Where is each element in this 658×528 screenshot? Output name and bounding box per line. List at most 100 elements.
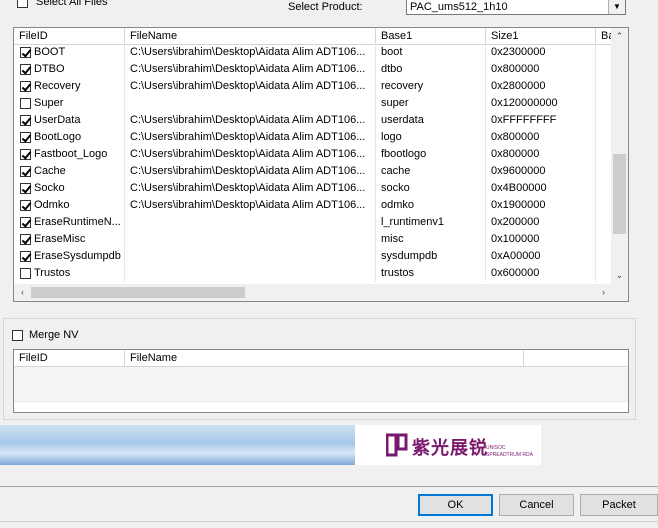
cell-fileid[interactable]: UserData	[14, 112, 125, 129]
row-checkbox[interactable]	[20, 98, 31, 109]
table-row[interactable]: Fastboot_Logo C:\Users\ibrahim\Desktop\Ai…	[14, 146, 612, 163]
table-row[interactable]: EraseRuntimeN... l_runtimenv1 0x200000	[14, 214, 612, 231]
cell-size1[interactable]: 0x9600000	[486, 163, 596, 180]
row-checkbox[interactable]	[20, 234, 31, 245]
cell-fileid[interactable]: EraseMisc	[14, 231, 125, 248]
cell-base1[interactable]: logo	[376, 129, 486, 146]
cell-size1[interactable]: 0x100000	[486, 231, 596, 248]
nv-column-header-fileid[interactable]: FileID	[14, 350, 125, 366]
row-checkbox[interactable]	[20, 115, 31, 126]
table-row[interactable]: Recovery C:\Users\ibrahim\Desktop\Aidata …	[14, 78, 612, 95]
row-checkbox[interactable]	[20, 166, 31, 177]
table-row[interactable]: DTBO C:\Users\ibrahim\Desktop\Aidata Alim…	[14, 61, 612, 78]
cell-base1[interactable]: dtbo	[376, 61, 486, 78]
cell-size1[interactable]: 0x200000	[486, 214, 596, 231]
row-checkbox[interactable]	[20, 47, 31, 58]
cell-base1[interactable]: socko	[376, 180, 486, 197]
table-row[interactable]: EraseMisc misc 0x100000	[14, 231, 612, 248]
ok-button[interactable]: OK	[418, 494, 493, 516]
cell-filename[interactable]: C:\Users\ibrahim\Desktop\Aidata Alim ADT…	[125, 163, 376, 180]
cell-filename[interactable]: C:\Users\ibrahim\Desktop\Aidata Alim ADT…	[125, 197, 376, 214]
cell-fileid[interactable]: Trustos	[14, 265, 125, 282]
scroll-right-icon[interactable]: ›	[595, 284, 612, 301]
cell-filename[interactable]: C:\Users\ibrahim\Desktop\Aidata Alim ADT…	[125, 44, 376, 61]
nv-column-header-empty[interactable]	[524, 350, 628, 366]
cell-filename[interactable]: C:\Users\ibrahim\Desktop\Aidata Alim ADT…	[125, 180, 376, 197]
nv-files-list[interactable]: FileID FileName	[13, 349, 629, 413]
cell-base1[interactable]: odmko	[376, 197, 486, 214]
cell-filename[interactable]	[125, 248, 376, 265]
cell-size1[interactable]: 0x4B00000	[486, 180, 596, 197]
row-checkbox[interactable]	[20, 64, 31, 75]
column-header-size1[interactable]: Size1	[486, 28, 596, 44]
cell-filename[interactable]: C:\Users\ibrahim\Desktop\Aidata Alim ADT…	[125, 129, 376, 146]
cell-fileid[interactable]: Super	[14, 95, 125, 112]
cell-fileid[interactable]: BootLogo	[14, 129, 125, 146]
cell-filename[interactable]: C:\Users\ibrahim\Desktop\Aidata Alim ADT…	[125, 61, 376, 78]
cell-base1[interactable]: boot	[376, 44, 486, 61]
cell-fileid[interactable]: Recovery	[14, 78, 125, 95]
cell-size1[interactable]: 0x600000	[486, 265, 596, 282]
cell-fileid[interactable]: Fastboot_Logo	[14, 146, 125, 163]
table-row[interactable]: UserData C:\Users\ibrahim\Desktop\Aidata …	[14, 112, 612, 129]
scroll-left-icon[interactable]: ‹	[14, 284, 31, 301]
cell-base1[interactable]: userdata	[376, 112, 486, 129]
table-row[interactable]: Cache C:\Users\ibrahim\Desktop\Aidata Ali…	[14, 163, 612, 180]
cell-base1[interactable]: cache	[376, 163, 486, 180]
product-dropdown[interactable]: PAC_ums512_1h10 ▼	[406, 0, 626, 15]
cell-size1[interactable]: 0x800000	[486, 61, 596, 78]
column-header-filename[interactable]: FileName	[125, 28, 376, 44]
cell-fileid[interactable]: BOOT	[14, 44, 125, 61]
cell-size1[interactable]: 0xA00000	[486, 248, 596, 265]
cell-fileid[interactable]: Odmko	[14, 197, 125, 214]
cell-fileid[interactable]: EraseRuntimeN...	[14, 214, 125, 231]
table-row[interactable]: Socko C:\Users\ibrahim\Desktop\Aidata Ali…	[14, 180, 612, 197]
table-row[interactable]: Odmko C:\Users\ibrahim\Desktop\Aidata Ali…	[14, 197, 612, 214]
cell-fileid[interactable]: Cache	[14, 163, 125, 180]
cell-filename[interactable]	[125, 231, 376, 248]
row-checkbox[interactable]	[20, 132, 31, 143]
cell-base1[interactable]: trustos	[376, 265, 486, 282]
row-checkbox[interactable]	[20, 217, 31, 228]
table-row[interactable]: BootLogo C:\Users\ibrahim\Desktop\Aidata …	[14, 129, 612, 146]
cell-fileid[interactable]: EraseSysdumpdb	[14, 248, 125, 265]
cell-size1[interactable]: 0x2300000	[486, 44, 596, 61]
cell-size1[interactable]: 0x2800000	[486, 78, 596, 95]
vertical-scroll-thumb[interactable]	[613, 154, 626, 234]
cell-size1[interactable]: 0x800000	[486, 146, 596, 163]
cell-filename[interactable]: C:\Users\ibrahim\Desktop\Aidata Alim ADT…	[125, 78, 376, 95]
packet-button[interactable]: Packet	[580, 494, 658, 516]
vertical-scrollbar[interactable]: ⌃ ⌄	[611, 28, 628, 284]
nv-column-header-filename[interactable]: FileName	[125, 350, 524, 366]
scroll-down-icon[interactable]: ⌄	[611, 267, 628, 284]
cell-base1[interactable]: recovery	[376, 78, 486, 95]
cell-filename[interactable]	[125, 214, 376, 231]
row-checkbox[interactable]	[20, 149, 31, 160]
cell-base1[interactable]: fbootlogo	[376, 146, 486, 163]
table-row[interactable]: Super super 0x120000000	[14, 95, 612, 112]
cell-size1[interactable]: 0xFFFFFFFF	[486, 112, 596, 129]
row-checkbox[interactable]	[20, 183, 31, 194]
cell-filename[interactable]	[125, 265, 376, 282]
cell-size1[interactable]: 0x800000	[486, 129, 596, 146]
cell-base1[interactable]: sysdumpdb	[376, 248, 486, 265]
cell-fileid[interactable]: DTBO	[14, 61, 125, 78]
row-checkbox[interactable]	[20, 81, 31, 92]
horizontal-scroll-thumb[interactable]	[31, 287, 245, 298]
cell-size1[interactable]: 0x1900000	[486, 197, 596, 214]
column-header-fileid[interactable]: FileID	[14, 28, 125, 44]
select-all-checkbox[interactable]	[17, 0, 28, 8]
table-row[interactable]: BOOT C:\Users\ibrahim\Desktop\Aidata Alim…	[14, 44, 612, 61]
row-checkbox[interactable]	[20, 251, 31, 262]
table-row[interactable]: Trustos trustos 0x600000	[14, 265, 612, 282]
cell-filename[interactable]: C:\Users\ibrahim\Desktop\Aidata Alim ADT…	[125, 146, 376, 163]
cell-base1[interactable]: super	[376, 95, 486, 112]
cell-base1[interactable]: l_runtimenv1	[376, 214, 486, 231]
cell-filename[interactable]: C:\Users\ibrahim\Desktop\Aidata Alim ADT…	[125, 112, 376, 129]
table-row[interactable]: EraseSysdumpdb sysdumpdb 0xA00000	[14, 248, 612, 265]
cell-fileid[interactable]: Socko	[14, 180, 125, 197]
cancel-button[interactable]: Cancel	[499, 494, 574, 516]
cell-filename[interactable]	[125, 95, 376, 112]
files-list[interactable]: FileID FileName Base1 Size1 Ba BOOT C:\Us…	[13, 27, 629, 302]
merge-nv-checkbox[interactable]	[12, 329, 23, 341]
